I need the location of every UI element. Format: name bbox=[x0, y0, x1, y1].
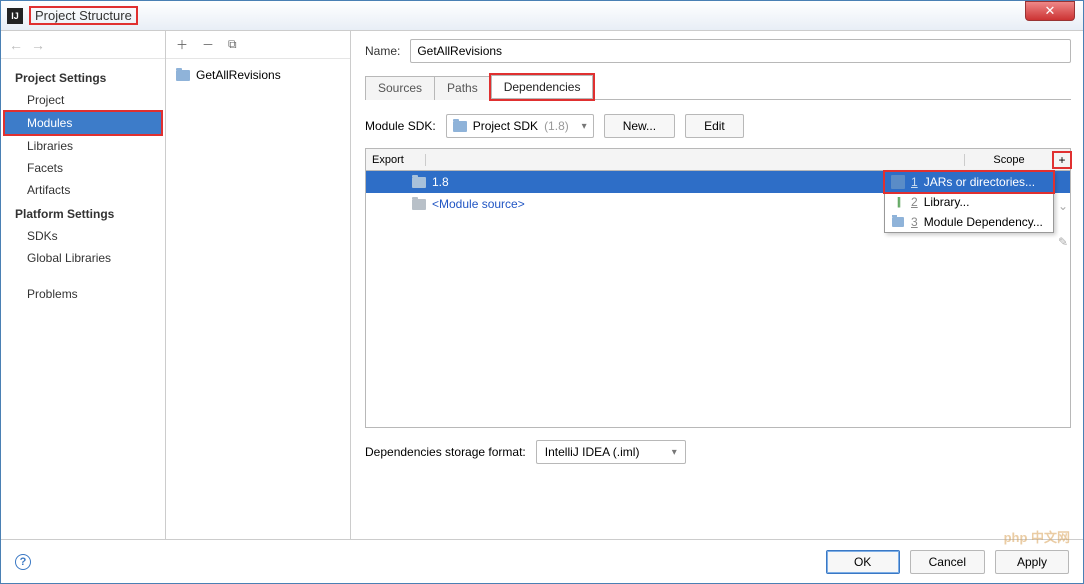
cancel-button[interactable]: Cancel bbox=[910, 550, 985, 574]
ok-button[interactable]: OK bbox=[826, 550, 900, 574]
dep-label: <Module source> bbox=[432, 197, 525, 211]
app-icon: IJ bbox=[7, 8, 23, 24]
sdk-edit-button[interactable]: Edit bbox=[685, 114, 744, 138]
nav-back-icon[interactable]: ← bbox=[9, 37, 23, 53]
folder-icon bbox=[412, 199, 426, 210]
tree-item-label: GetAllRevisions bbox=[196, 68, 281, 82]
menu-label: JARs or directories... bbox=[924, 175, 1035, 189]
menu-label: Module Dependency... bbox=[924, 215, 1043, 229]
module-tree-panel: ＋ － ⧉ GetAllRevisions bbox=[166, 31, 351, 539]
folder-icon bbox=[453, 121, 467, 132]
storage-label: Dependencies storage format: bbox=[365, 445, 526, 459]
sdk-version: (1.8) bbox=[544, 119, 569, 133]
tree-item-module[interactable]: GetAllRevisions bbox=[166, 65, 350, 85]
sidebar-item-sdks[interactable]: SDKs bbox=[1, 225, 165, 247]
tree-copy-icon[interactable]: ⧉ bbox=[228, 37, 237, 52]
sidebar-item-global-libraries[interactable]: Global Libraries bbox=[1, 247, 165, 269]
menu-shortcut: 3 bbox=[911, 215, 918, 229]
menu-item-module-dependency[interactable]: 3 Module Dependency... bbox=[885, 212, 1053, 232]
tabs: Sources Paths Dependencies bbox=[365, 75, 1071, 100]
storage-format-select[interactable]: IntelliJ IDEA (.iml) ▾ bbox=[536, 440, 686, 464]
main-panel: Name: Sources Paths Dependencies Module … bbox=[351, 31, 1083, 539]
sidebar-item-libraries[interactable]: Libraries bbox=[1, 135, 165, 157]
menu-shortcut: 2 bbox=[911, 195, 918, 209]
sdk-new-button[interactable]: New... bbox=[604, 114, 675, 138]
section-platform-settings: Platform Settings bbox=[1, 201, 165, 225]
chevron-down-icon: ▾ bbox=[672, 447, 677, 458]
add-dependency-menu: 1 JARs or directories... ||| 2 Library..… bbox=[884, 171, 1054, 233]
sidebar-item-project[interactable]: Project bbox=[1, 89, 165, 111]
sidebar-item-artifacts[interactable]: Artifacts bbox=[1, 179, 165, 201]
chevron-down-icon[interactable]: ⌄ bbox=[1058, 199, 1068, 213]
menu-item-jars[interactable]: 1 JARs or directories... bbox=[885, 172, 1053, 192]
storage-value: IntelliJ IDEA (.iml) bbox=[545, 445, 640, 459]
tab-sources[interactable]: Sources bbox=[365, 76, 435, 100]
module-name-input[interactable] bbox=[410, 39, 1071, 63]
apply-button[interactable]: Apply bbox=[995, 550, 1069, 574]
dependencies-table: Export Scope + 1.8 <Module source> bbox=[365, 148, 1071, 428]
sidebar-item-modules[interactable]: Modules bbox=[5, 112, 161, 134]
jars-icon bbox=[891, 175, 905, 189]
window-title: Project Structure bbox=[35, 8, 132, 23]
help-button[interactable]: ? bbox=[15, 554, 31, 570]
col-scope: Scope bbox=[964, 154, 1054, 166]
tree-remove-icon[interactable]: － bbox=[202, 36, 214, 53]
close-button[interactable]: ✕ bbox=[1025, 1, 1075, 21]
sidebar-item-facets[interactable]: Facets bbox=[1, 157, 165, 179]
menu-item-library[interactable]: ||| 2 Library... bbox=[885, 192, 1053, 212]
name-label: Name: bbox=[365, 44, 400, 58]
sidebar-nav: ← → bbox=[1, 31, 165, 59]
titlebar: IJ Project Structure ✕ bbox=[1, 1, 1083, 31]
library-icon: ||| bbox=[891, 195, 905, 209]
dep-label: 1.8 bbox=[432, 175, 449, 189]
col-export: Export bbox=[366, 154, 426, 166]
chevron-down-icon: ▾ bbox=[582, 121, 587, 132]
nav-forward-icon[interactable]: → bbox=[31, 37, 45, 53]
footer: ? OK Cancel Apply bbox=[1, 539, 1083, 583]
sdk-select[interactable]: Project SDK (1.8) ▾ bbox=[446, 114, 594, 138]
edit-pen-icon[interactable]: ✎ bbox=[1058, 235, 1068, 249]
folder-icon bbox=[412, 177, 426, 188]
sidebar-item-problems[interactable]: Problems bbox=[1, 283, 165, 305]
menu-shortcut: 1 bbox=[911, 175, 918, 189]
sdk-value: Project SDK bbox=[473, 119, 538, 133]
add-dependency-button[interactable]: + bbox=[1052, 151, 1072, 169]
tab-paths[interactable]: Paths bbox=[434, 76, 491, 100]
tab-dependencies[interactable]: Dependencies bbox=[491, 75, 594, 99]
folder-icon bbox=[176, 70, 190, 81]
menu-label: Library... bbox=[924, 195, 970, 209]
sidebar: ← → Project Settings Project Modules Lib… bbox=[1, 31, 166, 539]
section-project-settings: Project Settings bbox=[1, 65, 165, 89]
module-icon bbox=[892, 217, 904, 227]
sdk-label: Module SDK: bbox=[365, 119, 436, 133]
tree-add-icon[interactable]: ＋ bbox=[176, 36, 188, 53]
